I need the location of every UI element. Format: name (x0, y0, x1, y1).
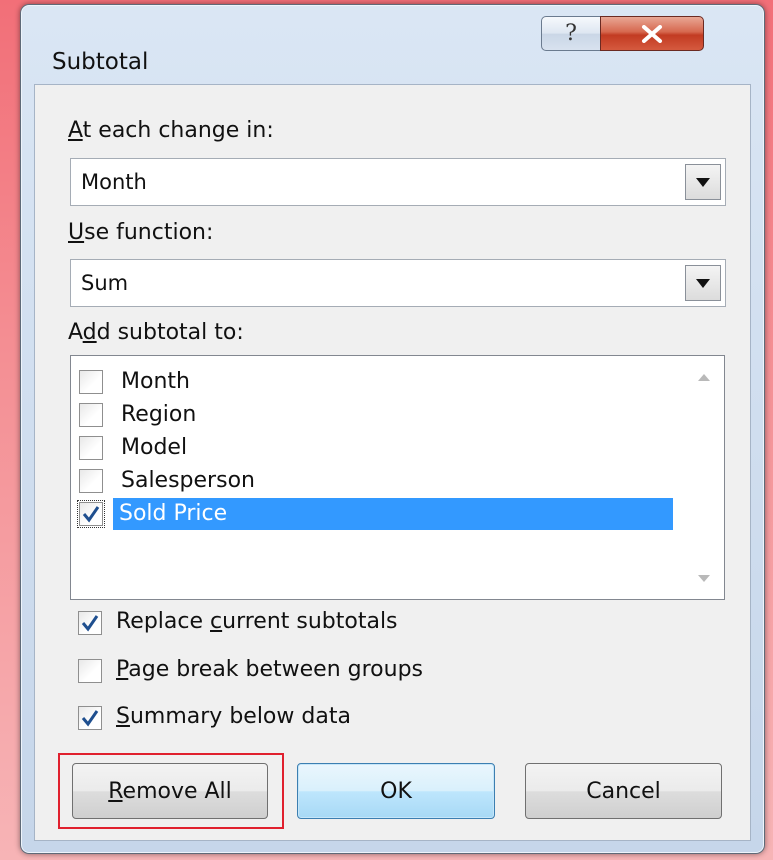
checkbox[interactable] (79, 469, 103, 493)
close-icon (642, 24, 662, 43)
at-each-change-select[interactable]: Month (70, 158, 726, 206)
scroll-down-button[interactable] (694, 571, 714, 585)
list-item-label: Sold Price (113, 498, 673, 530)
dialog-title: Subtotal (52, 49, 149, 75)
list-item-label: Model (121, 435, 188, 460)
list-item-label: Region (121, 402, 197, 427)
summary-below-data-label: Summary below data (116, 704, 351, 729)
use-function-label: Use function: (68, 220, 214, 245)
list-item-month[interactable]: Month (73, 366, 683, 398)
help-button[interactable]: ? (541, 16, 601, 51)
checkbox[interactable] (78, 659, 102, 683)
cancel-button[interactable]: Cancel (525, 763, 722, 819)
replace-current-subtotals-label: Replace current subtotals (116, 609, 398, 634)
replace-current-subtotals-checkbox[interactable]: Replace current subtotals (72, 607, 672, 639)
remove-all-button[interactable]: Remove All (72, 763, 268, 819)
remove-all-label: Remove All (108, 778, 232, 804)
scroll-down-icon (698, 574, 710, 582)
add-subtotal-list[interactable]: Month Region Model Salesperson Sold Pric… (70, 355, 725, 600)
close-button[interactable] (600, 16, 704, 51)
at-each-change-value: Month (81, 170, 147, 194)
checkbox-checked[interactable] (78, 611, 102, 635)
checkbox[interactable] (79, 370, 103, 394)
chevron-down-icon (696, 278, 710, 288)
help-icon: ? (565, 21, 577, 46)
checkbox-checked[interactable] (77, 500, 105, 528)
add-subtotal-label: Add subtotal to: (68, 320, 244, 345)
checkbox[interactable] (79, 436, 103, 460)
use-function-value: Sum (81, 271, 129, 295)
scroll-up-button[interactable] (694, 370, 714, 384)
page-break-checkbox[interactable]: Page break between groups (72, 655, 672, 687)
list-item-region[interactable]: Region (73, 399, 683, 431)
at-each-change-label: At each change in: (68, 118, 274, 143)
page-break-label: Page break between groups (116, 657, 424, 682)
chevron-down-icon (696, 177, 710, 187)
scroll-up-icon (698, 373, 710, 381)
checkmark-icon (81, 710, 99, 727)
list-item-label: Month (121, 369, 190, 394)
list-item-salesperson[interactable]: Salesperson (73, 465, 683, 497)
checkmark-icon (82, 506, 100, 523)
summary-below-data-checkbox[interactable]: Summary below data (72, 702, 672, 734)
use-function-select[interactable]: Sum (70, 259, 726, 307)
list-item-label: Salesperson (121, 468, 255, 493)
list-item-sold-price[interactable]: Sold Price (73, 498, 683, 530)
use-function-dropdown-button[interactable] (685, 265, 721, 301)
checkbox-checked[interactable] (78, 706, 102, 730)
checkbox[interactable] (79, 403, 103, 427)
list-item-model[interactable]: Model (73, 432, 683, 464)
at-each-change-dropdown-button[interactable] (685, 164, 721, 200)
checkmark-icon (81, 615, 99, 632)
ok-button[interactable]: OK (297, 763, 495, 819)
